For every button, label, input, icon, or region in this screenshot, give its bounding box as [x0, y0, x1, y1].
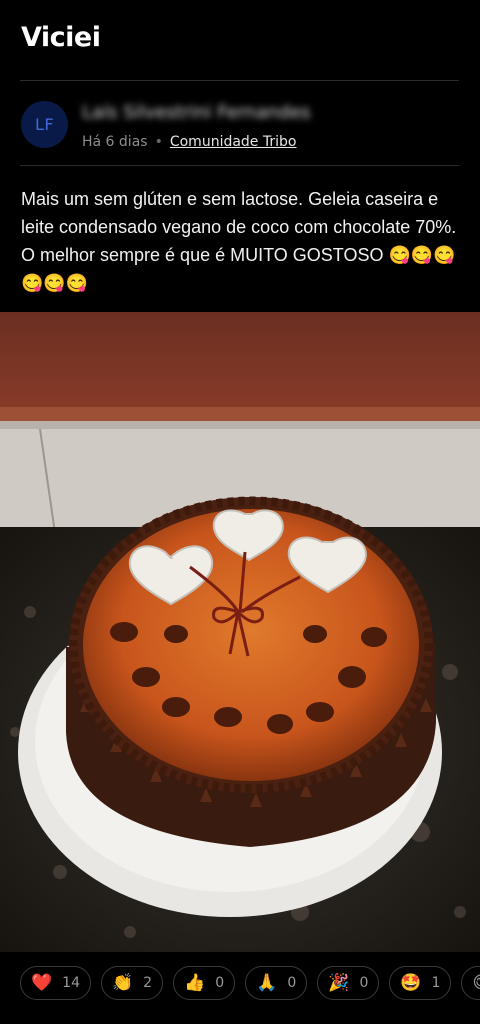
post-time: Há 6 dias — [82, 134, 148, 150]
page-title: Viciei — [21, 22, 101, 53]
cake-photo — [0, 312, 480, 952]
reaction-yum-button[interactable]: 😋 — [461, 966, 480, 1000]
meta-separator: • — [154, 134, 163, 150]
post-meta: Há 6 dias • Comunidade Tribo — [82, 134, 296, 150]
post-body: Mais um sem glúten e sem lactose. Geleia… — [21, 189, 457, 293]
reaction-count: 0 — [215, 975, 225, 991]
reaction-count: 0 — [359, 975, 369, 991]
avatar[interactable]: LF — [21, 101, 68, 148]
folded-hands-icon: 🙏 — [256, 972, 278, 993]
header-divider — [20, 80, 459, 81]
post-photo[interactable] — [0, 312, 480, 952]
star-struck-icon: 🤩 — [400, 972, 422, 993]
reaction-count: 0 — [287, 975, 297, 991]
author-divider — [20, 165, 459, 166]
reaction-clap-button[interactable]: 👏 2 — [101, 966, 164, 1000]
reaction-star-struck-button[interactable]: 🤩 1 — [389, 966, 452, 1000]
reaction-count: 14 — [62, 975, 80, 991]
author-name[interactable]: Laís Silvestrini Fernandes — [82, 102, 311, 123]
reaction-thumbs-up-button[interactable]: 👍 0 — [173, 966, 236, 1000]
community-link[interactable]: Comunidade Tribo — [170, 134, 297, 150]
yum-face-icon: 😋 — [472, 974, 480, 992]
reaction-heart-button[interactable]: ❤️ 14 — [20, 966, 91, 1000]
post-author: LF Laís Silvestrini Fernandes Há 6 dias •… — [0, 82, 480, 166]
reaction-count: 2 — [143, 975, 153, 991]
heart-icon: ❤️ — [31, 972, 53, 993]
party-popper-icon: 🎉 — [328, 972, 350, 993]
avatar-initials: LF — [34, 115, 55, 134]
clapping-hands-icon: 👏 — [112, 972, 134, 993]
reaction-party-button[interactable]: 🎉 0 — [317, 966, 380, 1000]
reaction-pray-button[interactable]: 🙏 0 — [245, 966, 308, 1000]
reaction-count: 1 — [431, 975, 441, 991]
page-header: Viciei — [0, 0, 480, 82]
reaction-bar: ❤️ 14 👏 2 👍 0 🙏 0 🎉 0 🤩 1 😋 — [20, 966, 480, 1004]
thumbs-up-icon: 👍 — [184, 972, 206, 993]
